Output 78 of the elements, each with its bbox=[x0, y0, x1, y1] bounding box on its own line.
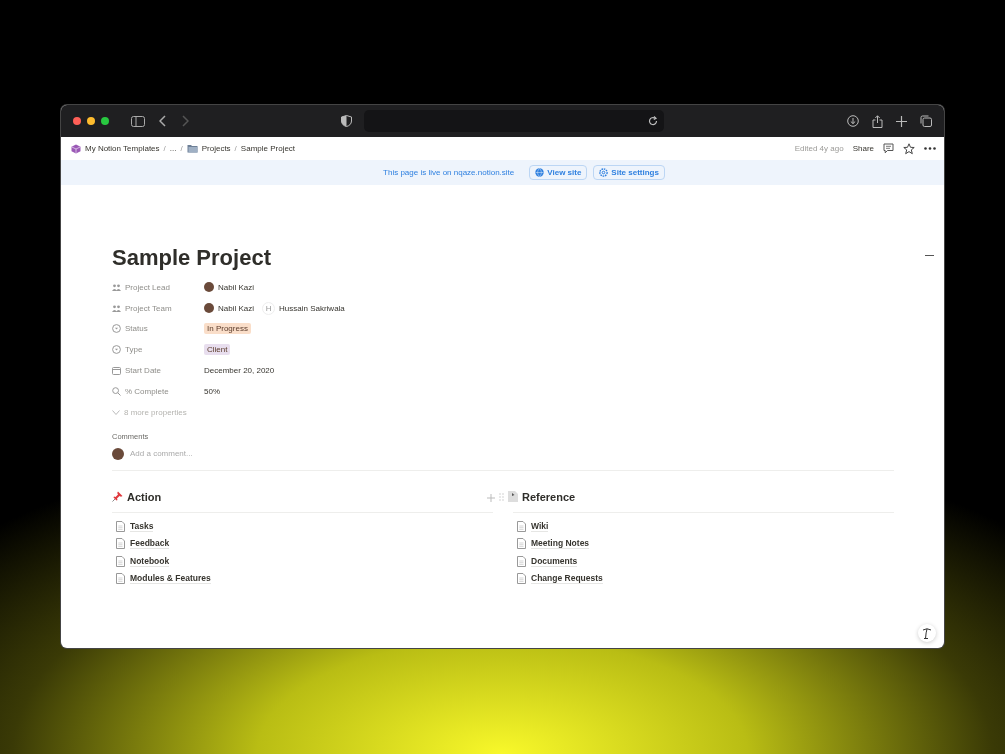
property-label[interactable]: Start Date bbox=[112, 366, 204, 376]
breadcrumb-item[interactable]: ... bbox=[169, 144, 177, 153]
edited-time: Edited 4y ago bbox=[794, 144, 844, 153]
close-window-button[interactable] bbox=[73, 117, 81, 125]
breadcrumb-separator: / bbox=[163, 144, 166, 153]
page-link[interactable]: Wiki bbox=[513, 517, 894, 536]
property-label[interactable]: Type bbox=[112, 345, 204, 355]
page-icon bbox=[116, 538, 125, 550]
page-icon bbox=[517, 555, 526, 567]
people-icon bbox=[112, 283, 121, 291]
star-icon[interactable] bbox=[903, 142, 915, 155]
breadcrumb-item[interactable]: My Notion Templates bbox=[71, 143, 160, 154]
page-link[interactable]: Notebook bbox=[112, 552, 493, 571]
page-link[interactable]: Tasks bbox=[112, 517, 493, 536]
property-label[interactable]: % Complete bbox=[112, 386, 204, 396]
sidebar-icon[interactable] bbox=[131, 115, 145, 127]
folder-icon bbox=[186, 144, 198, 153]
minimize-window-button[interactable] bbox=[87, 117, 95, 125]
site-button[interactable]: View site bbox=[529, 165, 588, 180]
share-icon[interactable] bbox=[872, 114, 883, 128]
page-icon bbox=[116, 555, 125, 567]
page-icon bbox=[116, 573, 125, 585]
magnifier-icon bbox=[112, 386, 121, 396]
reload-icon[interactable] bbox=[648, 116, 658, 126]
person-chip[interactable]: Nabil Kazi bbox=[204, 282, 254, 293]
page-icon bbox=[517, 573, 526, 585]
people-icon bbox=[112, 304, 121, 312]
calendar-icon bbox=[112, 366, 121, 375]
tag: Client bbox=[204, 344, 231, 356]
section-heading: Action bbox=[127, 490, 162, 503]
share-button[interactable]: Share bbox=[852, 144, 874, 153]
gear-icon bbox=[599, 168, 609, 177]
breadcrumb-separator: / bbox=[180, 144, 183, 153]
outline-toggle[interactable] bbox=[925, 255, 934, 256]
zoom-window-button[interactable] bbox=[101, 117, 109, 125]
property-value: December 20, 2020 bbox=[204, 366, 275, 376]
forward-icon bbox=[181, 115, 189, 127]
download-icon[interactable] bbox=[847, 115, 859, 127]
breadcrumb-separator: / bbox=[234, 144, 237, 153]
globe-icon bbox=[535, 168, 545, 177]
page-icon bbox=[116, 520, 125, 532]
breadcrumb-item[interactable]: Sample Project bbox=[240, 144, 296, 153]
cube-icon bbox=[71, 143, 81, 154]
help-button[interactable] bbox=[918, 624, 936, 642]
page-title: Sample Project bbox=[112, 245, 271, 271]
comment-icon[interactable] bbox=[883, 143, 894, 154]
address-field[interactable] bbox=[364, 110, 664, 132]
new-tab-icon[interactable] bbox=[896, 115, 907, 127]
back-icon[interactable] bbox=[159, 115, 167, 127]
page-link[interactable]: Meeting Notes bbox=[513, 535, 894, 553]
select-icon bbox=[112, 345, 121, 355]
page-link[interactable]: Change Requests bbox=[513, 570, 894, 588]
avatar bbox=[204, 303, 214, 314]
page-link[interactable]: Feedback bbox=[112, 535, 493, 553]
page-link[interactable]: Documents bbox=[513, 552, 894, 571]
chevron-icon bbox=[112, 409, 120, 415]
tag: In Progress bbox=[204, 323, 251, 335]
select-icon bbox=[112, 324, 121, 334]
more-icon[interactable] bbox=[924, 147, 936, 150]
shield-icon[interactable] bbox=[341, 115, 352, 127]
pushpin-icon bbox=[112, 491, 123, 503]
live-site-notice: This page is live on nqaze.notion.site bbox=[383, 168, 515, 177]
section-heading: Reference bbox=[522, 490, 576, 503]
page-link[interactable]: Modules & Features bbox=[112, 570, 493, 588]
property-value: 50% bbox=[204, 386, 220, 396]
property-label[interactable]: Project Lead bbox=[112, 282, 204, 292]
page-icon bbox=[517, 538, 526, 550]
avatar bbox=[204, 282, 214, 293]
person-chip[interactable]: Nabil Kazi bbox=[204, 303, 254, 314]
property-label[interactable]: Status bbox=[112, 324, 204, 334]
avatar bbox=[112, 447, 124, 460]
breadcrumb-item[interactable]: Projects bbox=[186, 144, 231, 153]
page-icon bbox=[517, 520, 526, 532]
property-label[interactable]: Project Team bbox=[112, 303, 204, 313]
tabs-overview-icon[interactable] bbox=[920, 115, 932, 127]
person-chip[interactable]: H Hussain Sakriwala bbox=[262, 301, 345, 315]
document-icon bbox=[508, 491, 518, 503]
site-button[interactable]: Site settings bbox=[593, 165, 665, 180]
